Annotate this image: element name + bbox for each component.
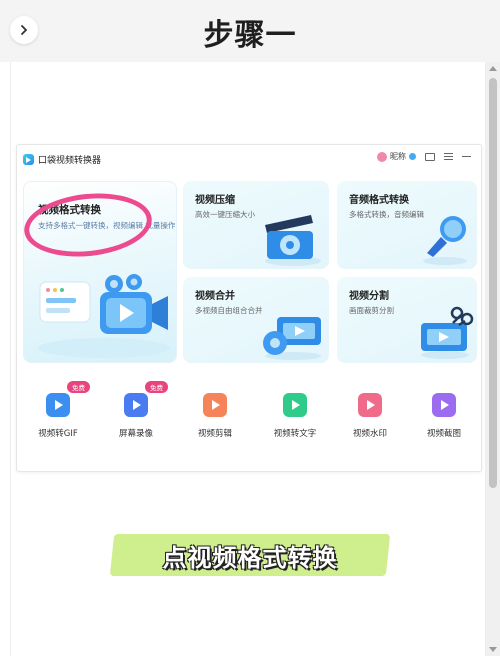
screen-record-icon xyxy=(124,393,148,417)
window-controls: 昵称 xyxy=(377,151,471,162)
video-camera-icon xyxy=(38,274,170,358)
tool-screen-record[interactable]: 免费 屏幕录像 xyxy=(101,381,171,439)
video-format-card[interactable]: 视频格式转换 支持多格式一键转换，视频编辑 批量操作 xyxy=(21,181,177,363)
menu-icon[interactable] xyxy=(444,153,453,160)
tool-video-edit[interactable]: 视频剪辑 xyxy=(180,387,250,439)
film-clapper-icon xyxy=(265,215,321,266)
video-compress-card[interactable]: 视频压缩 高效一键压缩大小 xyxy=(183,181,329,269)
video-split-card[interactable]: 视频分割 画面裁剪分割 xyxy=(337,277,477,363)
page-title: 步骤一 xyxy=(203,18,297,53)
card-desc: 多视频自由组合合并 xyxy=(195,306,263,315)
video-merge-card[interactable]: 视频合并 多视频自由组合合并 xyxy=(183,277,329,363)
scissors-film-icon xyxy=(421,306,474,359)
app-title: 口袋视频转换器 xyxy=(38,156,102,166)
folder-icon[interactable] xyxy=(425,152,435,161)
microphone-icon xyxy=(423,216,467,265)
instruction-text: 点视频格式转换 xyxy=(162,543,338,572)
vip-icon xyxy=(409,153,416,160)
tool-label: 视频水印 xyxy=(352,429,387,439)
screenshot-icon xyxy=(432,393,456,417)
tool-label: 视频转文字 xyxy=(273,429,317,439)
app-title-bar: 口袋视频转换器 xyxy=(23,153,101,166)
tool-video-to-gif[interactable]: 免费 视频转GIF xyxy=(23,381,93,439)
tool-video-watermark[interactable]: 视频水印 xyxy=(335,387,405,439)
tool-row: 免费 视频转GIF 免费 屏幕录像 视频剪辑 视频转文字 视频水印 视频截图 xyxy=(17,381,483,457)
card-desc: 高效一键压缩大小 xyxy=(195,210,255,219)
tool-label: 屏幕录像 xyxy=(118,429,153,439)
gif-icon xyxy=(46,393,70,417)
user-name: 昵称 xyxy=(390,152,406,161)
tool-label: 视频截图 xyxy=(426,429,461,439)
card-title: 视频压缩 xyxy=(195,195,235,206)
free-badge: 免费 xyxy=(67,381,90,393)
audio-format-card[interactable]: 音频格式转换 多格式转换，音频编辑 xyxy=(337,181,477,269)
scroll-thumb[interactable] xyxy=(489,78,497,488)
top-bar: 步骤一 xyxy=(0,0,500,62)
tool-video-to-text[interactable]: 视频转文字 xyxy=(260,387,330,439)
free-badge: 免费 xyxy=(145,381,168,393)
watermark-icon xyxy=(358,393,382,417)
tool-label: 视频剪辑 xyxy=(197,429,232,439)
instruction-banner: 点视频格式转换 xyxy=(109,534,391,576)
minimize-icon[interactable] xyxy=(462,155,471,158)
video-edit-icon xyxy=(203,393,227,417)
scrollbar[interactable] xyxy=(486,62,500,656)
card-desc: 多格式转换，音频编辑 xyxy=(349,210,424,219)
film-reel-icon xyxy=(263,317,321,360)
app-window: 口袋视频转换器 昵称 视频格式转换 支持多格式一键转换，视频编辑 批量操作 视频… xyxy=(16,144,482,472)
card-desc: 画面裁剪分割 xyxy=(349,306,394,315)
video-to-text-icon xyxy=(283,393,307,417)
scroll-up-icon[interactable] xyxy=(489,66,497,71)
card-title: 视频分割 xyxy=(349,291,389,302)
scroll-down-icon[interactable] xyxy=(489,647,497,652)
tool-video-screenshot[interactable]: 视频截图 xyxy=(409,387,479,439)
highlight-circle xyxy=(21,187,155,263)
app-logo-icon xyxy=(23,154,34,165)
avatar xyxy=(377,151,387,162)
card-title: 音频格式转换 xyxy=(349,195,409,206)
tool-label: 视频转GIF xyxy=(38,429,78,439)
user-menu[interactable]: 昵称 xyxy=(377,151,416,162)
card-title: 视频合并 xyxy=(195,291,235,302)
